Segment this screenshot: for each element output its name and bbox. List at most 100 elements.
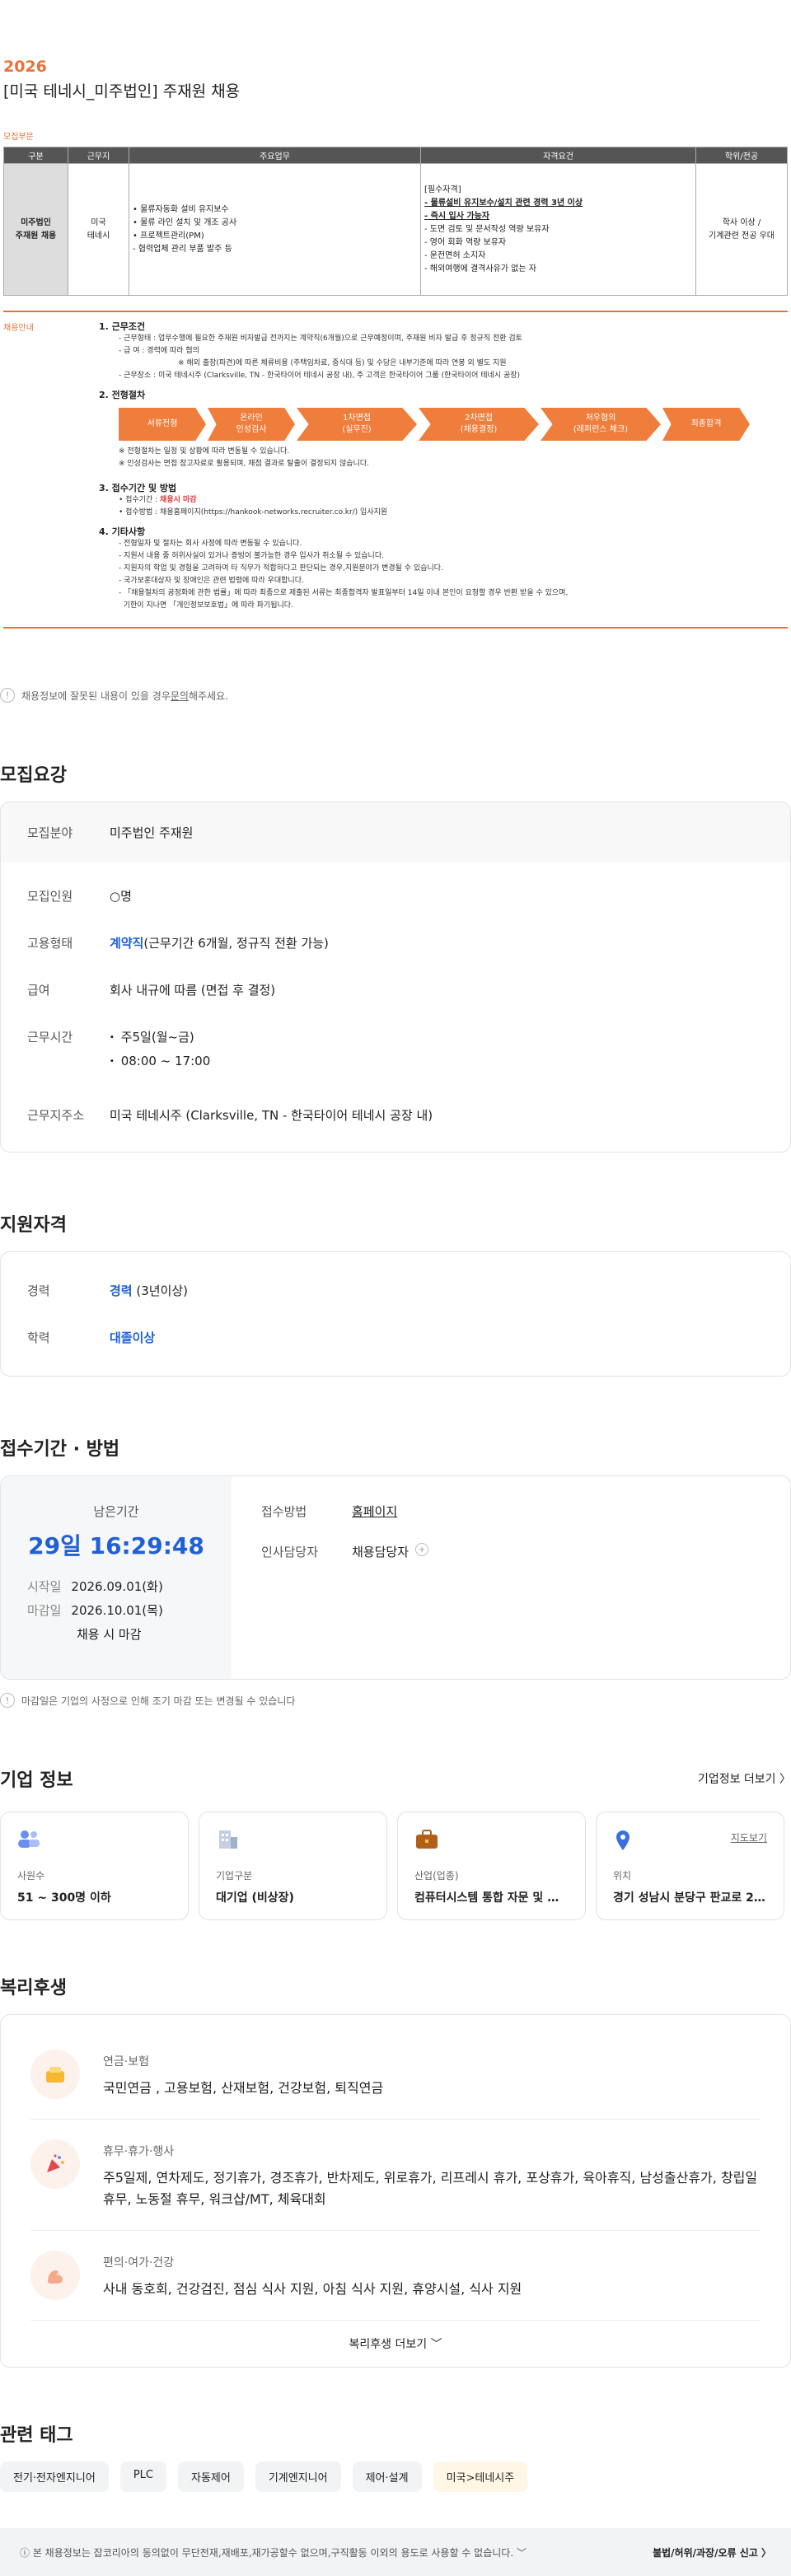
company-card: 사원수 51 ~ 300명 이하 bbox=[0, 1812, 189, 1920]
piggy-bank-icon bbox=[30, 2050, 80, 2099]
th-quals: 자격요건 bbox=[420, 147, 696, 164]
duty-item: • 프로젝트관리(PM) bbox=[133, 231, 204, 241]
req-row: 모집분야 미주법인 주재원 bbox=[1, 802, 790, 863]
apply-period: 남은기간 29일 16:29:48 시작일 2026.09.01(화) 마감일 20… bbox=[1, 1476, 232, 1679]
card-label: 기업구분 bbox=[216, 1870, 253, 1882]
step: 2차면접 (채용결정) bbox=[419, 408, 539, 441]
report-button[interactable]: 불법/허위/과장/오류 신고 〉 bbox=[653, 2546, 771, 2560]
apply-method: 접수방법 홈페이지 인사담당자 채용담당자 + bbox=[232, 1476, 465, 1679]
guide-line: ※ 인성검사는 면접 참고자료로 활용되며, 채점 결과로 탈출이 결정되지 않… bbox=[119, 460, 369, 468]
req-value: ○명 bbox=[110, 889, 132, 904]
req-value: 회사 내규에 따름 (면접 후 결정) bbox=[110, 983, 276, 998]
req-key: 근무지주소 bbox=[27, 1108, 85, 1123]
benefit-detail: 주5일제, 연차제도, 정기휴가, 경조휴가, 반차제도, 위로휴가, 리프레시… bbox=[103, 2170, 758, 2207]
req-value: 미국 테네시주 (Clarksville, TN - 한국타이어 테네시 공장 … bbox=[110, 1108, 433, 1123]
guide-line: - 전형일자 및 절차는 회사 사정에 따라 변동될 수 있습니다. bbox=[119, 540, 302, 548]
guide-line: - 지원자의 학업 및 경험을 고려하여 타 직무가 적합하다고 판단되는 경우… bbox=[119, 564, 443, 573]
guide-line: - 근무장소 : 미국 테네시주 (Clarksville, TN - 한국타이… bbox=[119, 372, 521, 380]
remain-label: 남은기간 bbox=[93, 1504, 139, 1519]
company-title: 기업 정보 bbox=[0, 1770, 73, 1791]
copyright-notice[interactable]: ⓘ 본 채용정보는 잡코리아의 동의없이 무단전재,재배포,재가공할수 없으며,… bbox=[20, 2546, 527, 2560]
qual-value: 경력 (3년이상) bbox=[110, 1283, 189, 1298]
req-key: 모집인원 bbox=[27, 889, 73, 904]
guide-heading: 4. 기타사항 bbox=[99, 526, 146, 537]
card-value: 컴퓨터시스템 통합 자문 및 구축 ... bbox=[414, 1891, 569, 1905]
th-gubun: 구분 bbox=[3, 147, 68, 164]
benefit-category: 연금·보험 bbox=[103, 2055, 149, 2069]
qual-item: [필수자격] bbox=[424, 185, 461, 194]
tag-list: 전기·전자엔지니어 PLC 자동제어 기계엔지니어 제어·설계 미국>테네시주 bbox=[0, 2461, 791, 2492]
benefit-more-button[interactable]: 복리후생 더보기 ﹀ bbox=[30, 2321, 761, 2367]
report-tail: 해주세요. bbox=[188, 690, 228, 702]
tag[interactable]: 제어·설계 bbox=[352, 2461, 422, 2492]
work-hours-item: 08:00 ~ 17:00 bbox=[110, 1054, 764, 1068]
map-link[interactable]: 지도보기 bbox=[731, 1830, 767, 1844]
benefit-detail: 사내 동호회, 건강검진, 점심 식사 지원, 아침 식사 지원, 휴양시설, … bbox=[103, 2281, 522, 2297]
company-card: 지도보기 위치 경기 성남시 분당구 판교로 286 ... bbox=[596, 1812, 784, 1920]
hr-value: 채용담당자 bbox=[352, 1545, 410, 1559]
step: 최종합격 bbox=[662, 408, 750, 441]
duty-item: - 협력업체 관리 부품 발주 등 bbox=[133, 244, 232, 254]
qual-item: - 해외여행에 결격사유가 없는 자 bbox=[424, 264, 536, 273]
card-value: 경기 성남시 분당구 판교로 286 ... bbox=[613, 1891, 767, 1905]
guide-heading: 1. 근무조건 bbox=[99, 321, 146, 332]
req-key: 근무시간 bbox=[27, 1030, 73, 1045]
cell-duties: • 물류자동화 설비 유지보수 • 물류 라인 설치 및 개조 공사 • 프로젝… bbox=[129, 163, 421, 296]
guide-line: ※ 전형절차는 일정 및 상황에 따라 변동될 수 있습니다. bbox=[119, 447, 290, 456]
req-row: 근무지주소 미국 테네시주 (Clarksville, TN - 한국타이어 테… bbox=[1, 1092, 790, 1152]
req-row: 모집인원 ○명 bbox=[1, 863, 790, 919]
card-value: 대기업 (비상장) bbox=[216, 1891, 294, 1905]
step: 온라인 인성검사 bbox=[208, 408, 295, 441]
guide-heading: 2. 전형절차 bbox=[99, 390, 146, 400]
early-close: 채용 시 마감 bbox=[77, 1627, 142, 1642]
req-box: 모집분야 미주법인 주재원 모집인원 ○명 고용형태 계약직(근무기간 6개월,… bbox=[0, 802, 791, 1152]
qual-key: 학력 bbox=[27, 1330, 50, 1345]
guide-label: 채용안내 bbox=[3, 324, 34, 333]
poster-section-label: 모집부문 bbox=[3, 133, 34, 142]
method-key: 접수방법 bbox=[261, 1504, 307, 1519]
tag[interactable]: 기계엔지니어 bbox=[255, 2461, 341, 2492]
card-label: 산업(업종) bbox=[414, 1870, 459, 1882]
tag[interactable]: 자동제어 bbox=[177, 2461, 244, 2492]
req-value: 계약직(근무기간 6개월, 정규직 전환 가능) bbox=[110, 936, 329, 951]
qual-box: 경력 경력 (3년이상) 학력 대졸이상 bbox=[0, 1251, 791, 1377]
qual-row: 경력 경력 (3년이상) bbox=[1, 1267, 790, 1314]
cell-place: 미국 테네시 bbox=[68, 163, 129, 296]
qual-row: 학력 대졸이상 bbox=[1, 1314, 790, 1361]
guide-line: - 지원서 내용 중 허위사실이 있거나 증빙이 불가능한 경우 입사가 취소될… bbox=[119, 552, 384, 560]
plus-icon[interactable]: + bbox=[415, 1543, 429, 1556]
req-row: 고용형태 계약직(근무기간 6개월, 정규직 전환 가능) bbox=[1, 919, 790, 966]
benefit-category: 휴무·휴가·행사 bbox=[103, 2145, 175, 2158]
company-more-link[interactable]: 기업정보 더보기 〉 bbox=[698, 1770, 791, 1787]
tag[interactable]: PLC bbox=[119, 2461, 166, 2492]
req-row: 급여 회사 내규에 따름 (면접 후 결정) bbox=[1, 966, 790, 1013]
tag[interactable]: 미국>테네시주 bbox=[433, 2461, 528, 2492]
briefcase-icon bbox=[414, 1829, 569, 1857]
duty-item: • 물류 라인 설치 및 개조 공사 bbox=[133, 217, 237, 227]
guide-line: • 접수방법 : 채용홈페이지(https://hankook-networks… bbox=[119, 508, 388, 517]
company-cards: 사원수 51 ~ 300명 이하 기업구분 대기업 (비상장) 산업(업종) 컴… bbox=[0, 1812, 791, 1920]
tag[interactable]: 전기·전자엔지니어 bbox=[0, 2461, 109, 2492]
th-degree: 학위/전공 bbox=[695, 147, 788, 164]
hr-key: 인사담당자 bbox=[261, 1545, 319, 1559]
step: 서류전형 bbox=[119, 408, 206, 441]
poster-title: [미국 테네시_미주법인] 주재원 채용 bbox=[3, 82, 241, 101]
work-hours-item: 주5일(월~금) bbox=[110, 1028, 764, 1045]
guide-line: - 국가보훈대상자 및 장애인은 관련 법령에 따라 우대합니다. bbox=[119, 577, 304, 585]
building-icon bbox=[216, 1829, 370, 1857]
guide-line: 기한이 지나면 「개인정보보호법」에 따라 파기됩니다. bbox=[119, 601, 293, 610]
req-key: 모집분야 bbox=[27, 825, 73, 840]
report-note: ! 채용정보에 잘못된 내용이 있을 경우 문의 해주세요. bbox=[0, 688, 791, 703]
homepage-link[interactable]: 홈페이지 bbox=[352, 1503, 397, 1520]
company-card: 산업(업종) 컴퓨터시스템 통합 자문 및 구축 ... bbox=[397, 1812, 586, 1920]
footer: ⓘ 본 채용정보는 잡코리아의 동의없이 무단전재,재배포,재가공할수 없으며,… bbox=[0, 2528, 791, 2576]
apply-box: 남은기간 29일 16:29:48 시작일 2026.09.01(화) 마감일 20… bbox=[0, 1475, 791, 1680]
guide-line: ※ 해외 출장(파견)에 따른 체류비용 (주택임차료, 중식대 등) 및 수당… bbox=[178, 359, 507, 367]
qual-key: 경력 bbox=[27, 1283, 50, 1298]
benefit-detail: 국민연금 , 고용보험, 산재보험, 건강보험, 퇴직연금 bbox=[103, 2080, 384, 2096]
report-link[interactable]: 문의 bbox=[171, 689, 189, 703]
qual-value: 대졸이상 bbox=[110, 1330, 156, 1345]
card-label: 사원수 bbox=[17, 1870, 45, 1882]
tags-title: 관련 태그 bbox=[0, 2425, 73, 2446]
benefit-item: 편의·여가·건강 사내 동호회, 건강검진, 점심 식사 지원, 아침 식사 지원… bbox=[30, 2231, 761, 2321]
